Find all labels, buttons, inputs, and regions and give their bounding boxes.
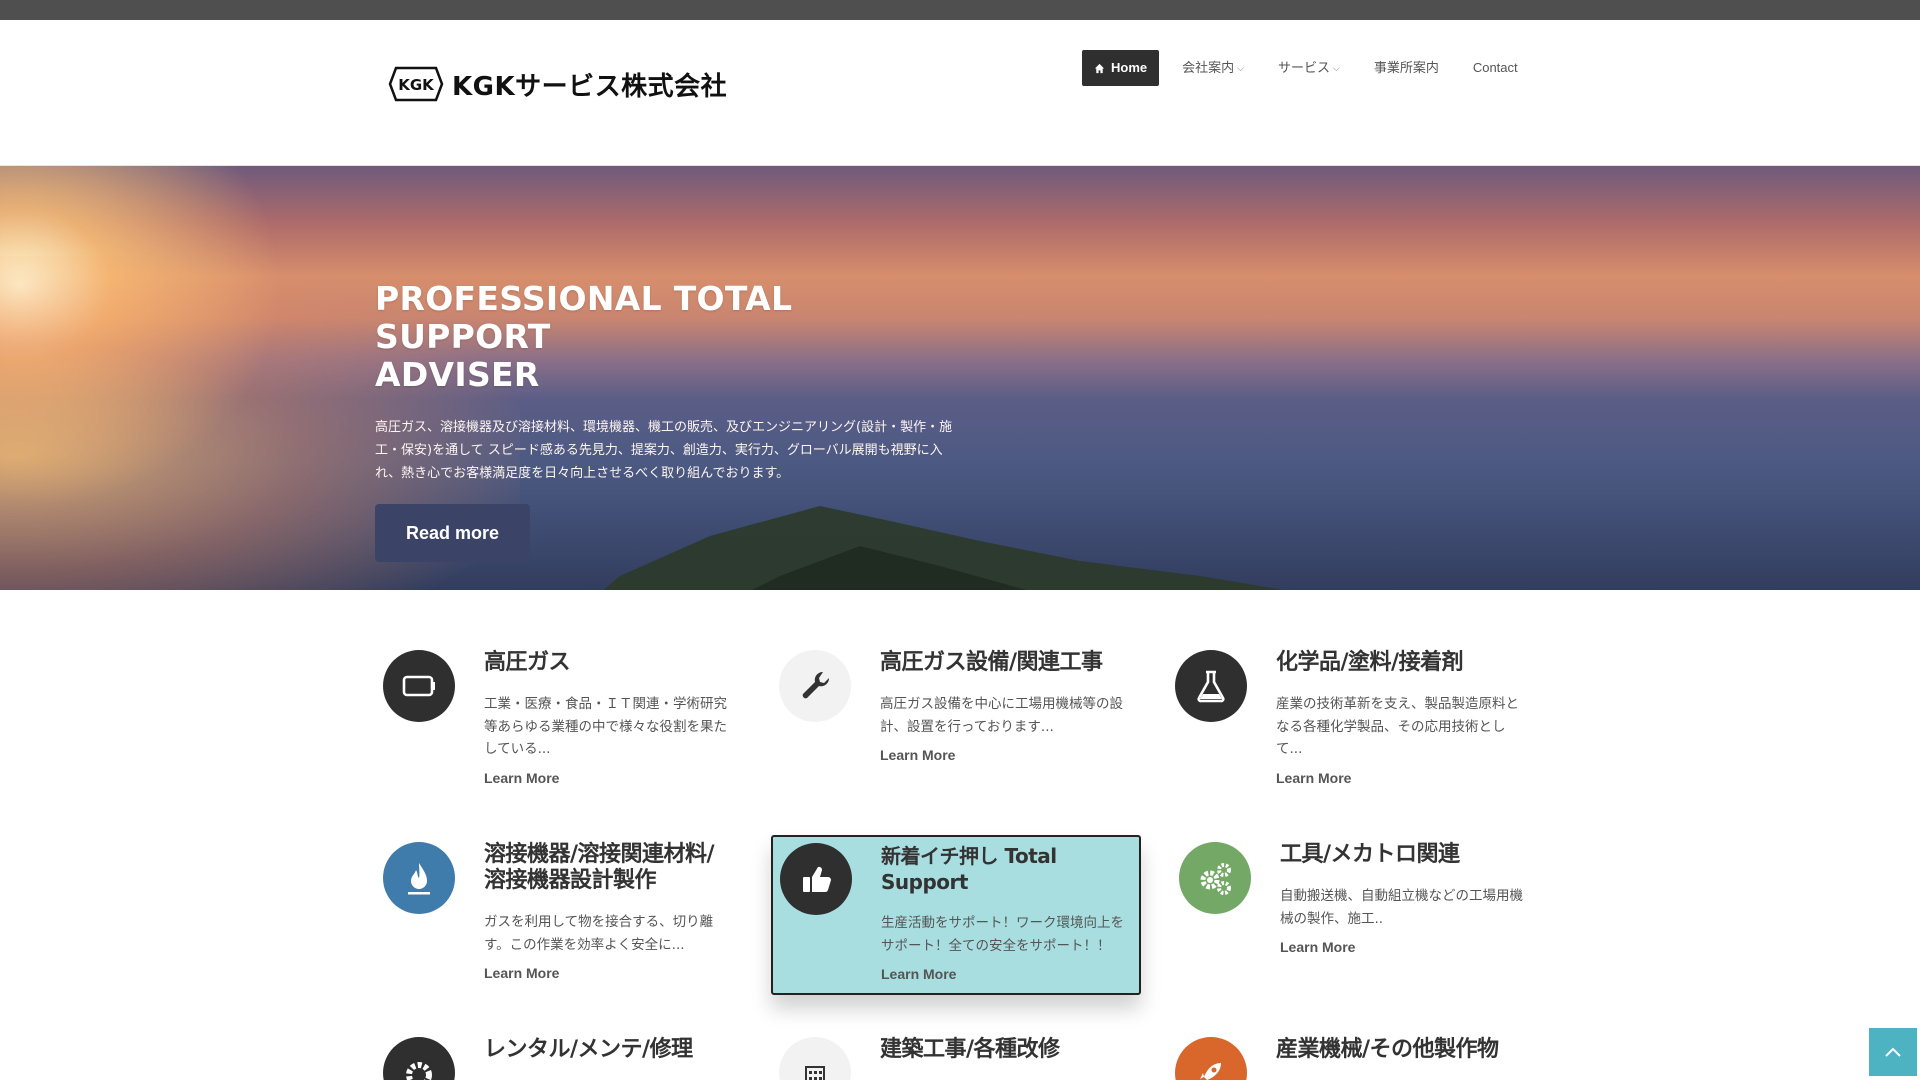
rocket-icon bbox=[1200, 1063, 1221, 1080]
nav-company-label: 会社案内 bbox=[1182, 60, 1235, 75]
learn-more-link[interactable]: Learn More bbox=[880, 747, 1130, 763]
feature-desc: 工業・医療・食品・ＩＴ関連・学術研究等あらゆる業種の中で様々な役割を果たしている… bbox=[484, 696, 727, 757]
feature-title: 溶接機器/溶接関連材料/溶接機器設計製作 bbox=[484, 842, 715, 893]
feature-icon-wrap bbox=[779, 1037, 851, 1080]
feature-title: 化学品/塗料/接着剤 bbox=[1276, 650, 1464, 675]
site-logo[interactable]: KGK KGKサービス株式会社 bbox=[388, 64, 727, 104]
feature-title: 高圧ガス設備/関連工事 bbox=[880, 650, 1103, 675]
feature-body: 産業機械/その他製作物 bbox=[1276, 1037, 1541, 1063]
nav-contact[interactable]: Contact bbox=[1456, 50, 1535, 86]
gear-icon bbox=[406, 1062, 432, 1080]
feature-body: 新着イチ押し Total Support 生産活動をサポート！ワーク環境向上をサ… bbox=[881, 843, 1136, 982]
feature-desc: 産業の技術革新を支え、製品製造原料となる各種化学製品、その応用技術として... bbox=[1276, 696, 1519, 757]
feature-icon-wrap bbox=[383, 1037, 455, 1080]
features-section: 高圧ガス 工業・医療・食品・ＩＴ関連・学術研究等あらゆる業種の中で様々な役割を果… bbox=[0, 590, 1920, 1080]
thumbs-up-icon bbox=[803, 866, 831, 893]
scroll-to-top-button[interactable] bbox=[1869, 1028, 1917, 1076]
feature-title: レンタル/メンテ/修理 bbox=[484, 1037, 693, 1062]
feature-body: 高圧ガス 工業・医療・食品・ＩＴ関連・学術研究等あらゆる業種の中で様々な役割を果… bbox=[484, 650, 734, 786]
feature-icon-wrap bbox=[1175, 1037, 1247, 1080]
nav-company[interactable]: 会社案内 ⌵ bbox=[1165, 50, 1261, 86]
feature-body: 建築工事/各種改修 bbox=[880, 1037, 1130, 1063]
feature-body: 化学品/塗料/接着剤 産業の技術革新を支え、製品製造原料となる各種化学製品、その… bbox=[1276, 650, 1526, 786]
feature-desc: 生産活動をサポート！ワーク環境向上をサポート！全ての安全をサポート！！ bbox=[881, 915, 1124, 954]
feature-title: 工具/メカトロ関連 bbox=[1280, 842, 1460, 867]
site-header: KGK KGKサービス株式会社 Home 会社案内 ⌵ サービス ⌵ 事業所案内… bbox=[0, 20, 1920, 166]
feature-title: 新着イチ押し Total Support bbox=[881, 844, 1057, 894]
nav-services[interactable]: サービス ⌵ bbox=[1261, 50, 1357, 86]
chevron-down-icon: ⌵ bbox=[1237, 63, 1244, 73]
hero-description: 高圧ガス、溶接機器及び溶接材料、環境機器、機工の販売、及びエンジニアリング(設計… bbox=[375, 420, 953, 481]
learn-more-link[interactable]: Learn More bbox=[484, 965, 734, 981]
wrench-icon bbox=[802, 671, 830, 699]
building-icon bbox=[805, 1066, 825, 1080]
feature-icon-wrap bbox=[780, 843, 852, 915]
chevron-up-icon bbox=[1885, 1047, 1901, 1057]
read-more-button[interactable]: Read more bbox=[375, 504, 530, 562]
nav-home[interactable]: Home bbox=[1082, 50, 1160, 86]
top-bar bbox=[0, 0, 1920, 20]
feature-desc: ガスを利用して物を接合する、切り離す。この作業を効率よく安全に... bbox=[484, 914, 714, 953]
svg-text:KGK: KGK bbox=[398, 76, 435, 94]
main-nav: Home 会社案内 ⌵ サービス ⌵ 事業所案内 Contact bbox=[1082, 50, 1535, 86]
feature-icon-wrap bbox=[1175, 650, 1247, 722]
feature-icon-wrap bbox=[1179, 842, 1251, 914]
hero-title: PROFESSIONAL TOTAL SUPPORT ADVISER bbox=[375, 280, 975, 394]
feature-icon-wrap bbox=[779, 650, 851, 722]
home-icon bbox=[1094, 63, 1105, 73]
nav-offices-label: 事業所案内 bbox=[1373, 60, 1439, 75]
site-logo-text: KGKサービス株式会社 bbox=[452, 71, 728, 102]
feature-desc: 高圧ガス設備を中心に工場用機械等の設計、設置を行っております... bbox=[880, 696, 1123, 735]
nav-services-label: サービス bbox=[1277, 60, 1330, 75]
gears-icon bbox=[1200, 863, 1231, 895]
learn-more-link[interactable]: Learn More bbox=[1276, 770, 1526, 786]
battery-icon bbox=[402, 675, 435, 697]
hero-banner: PROFESSIONAL TOTAL SUPPORT ADVISER 高圧ガス、… bbox=[0, 166, 1920, 590]
nav-home-label: Home bbox=[1111, 60, 1148, 75]
feature-body: 溶接機器/溶接関連材料/溶接機器設計製作 ガスを利用して物を接合する、切り離す。… bbox=[484, 842, 734, 981]
feature-icon-wrap bbox=[383, 650, 455, 722]
feature-title: 建築工事/各種改修 bbox=[880, 1037, 1060, 1062]
flame-icon bbox=[408, 863, 430, 895]
feature-title: 産業機械/その他製作物 bbox=[1276, 1037, 1499, 1062]
hero-content: PROFESSIONAL TOTAL SUPPORT ADVISER 高圧ガス、… bbox=[375, 280, 975, 562]
chevron-down-icon: ⌵ bbox=[1332, 63, 1340, 73]
hero-title-line2: ADVISER bbox=[375, 355, 540, 394]
learn-more-link[interactable]: Learn More bbox=[1280, 939, 1530, 955]
feature-icon-wrap bbox=[383, 842, 455, 914]
hero-title-line1: PROFESSIONAL TOTAL SUPPORT bbox=[375, 279, 793, 356]
feature-body: レンタル/メンテ/修理 bbox=[484, 1037, 734, 1063]
nav-offices[interactable]: 事業所案内 bbox=[1357, 50, 1456, 86]
learn-more-link[interactable]: Learn More bbox=[484, 770, 734, 786]
feature-body: 高圧ガス設備/関連工事 高圧ガス設備を中心に工場用機械等の設計、設置を行っており… bbox=[880, 650, 1130, 763]
feature-desc: 自動搬送機、自動組立機などの工場用機械の製作、施工.. bbox=[1280, 888, 1523, 927]
feature-title: 高圧ガス bbox=[484, 650, 571, 675]
feature-body: 工具/メカトロ関連 自動搬送機、自動組立機などの工場用機械の製作、施工.. Le… bbox=[1280, 842, 1530, 955]
flask-icon bbox=[1197, 670, 1225, 703]
kgk-logo-icon: KGK bbox=[388, 66, 444, 102]
learn-more-link[interactable]: Learn More bbox=[881, 966, 1136, 982]
nav-contact-label: Contact bbox=[1472, 60, 1518, 75]
